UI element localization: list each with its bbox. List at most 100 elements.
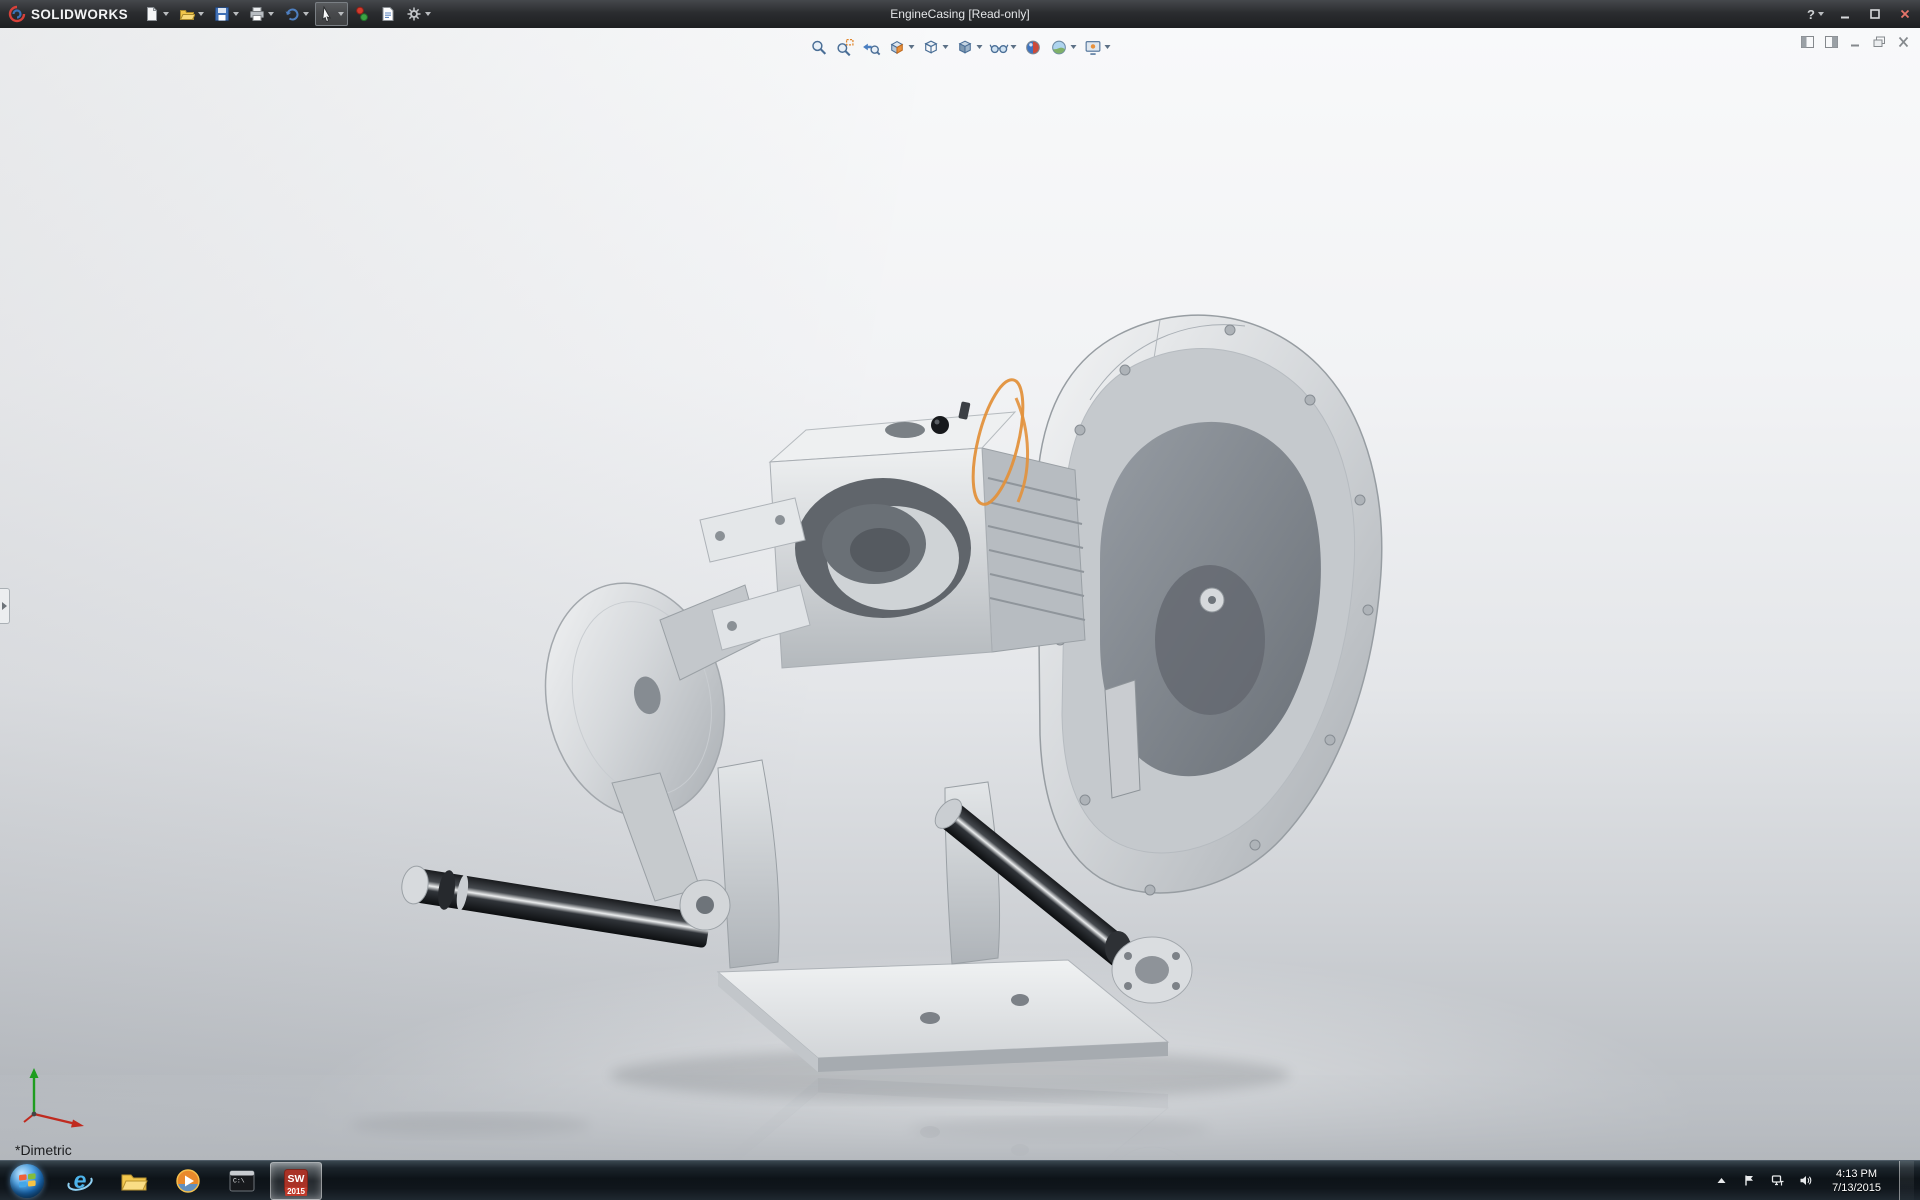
screen: SOLIDWORKS: [0, 0, 1920, 1200]
system-tray: 4:13 PM 7/13/2015: [1712, 1161, 1920, 1200]
pane-right-icon: [1825, 36, 1838, 48]
feature-manager-collapsed-tab[interactable]: [0, 588, 10, 624]
3ds-logo-icon: [8, 5, 26, 23]
clock-time: 4:13 PM: [1836, 1167, 1877, 1181]
taskbar-internet-explorer[interactable]: e: [54, 1162, 106, 1200]
new-document-icon: [144, 6, 160, 22]
dropdown-caret-icon: [1071, 45, 1077, 49]
dropdown-caret-icon: [303, 12, 309, 16]
show-desktop-button[interactable]: [1899, 1161, 1914, 1200]
view-orientation-icon: [922, 38, 941, 57]
doc-minimize-button[interactable]: [1847, 34, 1864, 49]
close-button[interactable]: [1890, 0, 1920, 28]
options-button[interactable]: [402, 2, 435, 26]
previous-view-icon: [862, 38, 881, 57]
select-button[interactable]: [315, 2, 348, 26]
view-orientation-label: *Dimetric: [15, 1142, 72, 1158]
dropdown-caret-icon: [1818, 12, 1824, 16]
maximize-button[interactable]: [1860, 0, 1890, 28]
orientation-triad: [18, 1064, 96, 1130]
file-properties-button[interactable]: [376, 2, 400, 26]
minimize-icon: [1839, 8, 1851, 20]
section-view-button[interactable]: [886, 35, 917, 59]
view-settings-icon: [1084, 38, 1103, 57]
taskbar-media-player[interactable]: [162, 1162, 214, 1200]
dropdown-caret-icon: [1105, 45, 1111, 49]
volume-button[interactable]: [1796, 1161, 1814, 1200]
heads-up-toolbar: [808, 35, 1113, 59]
show-hidden-icons-button[interactable]: [1712, 1161, 1730, 1200]
display-style-button[interactable]: [954, 35, 985, 59]
help-glyph: ?: [1807, 7, 1815, 22]
doc-restore-icon: [1873, 36, 1886, 48]
action-center-button[interactable]: [1740, 1161, 1758, 1200]
apply-scene-button[interactable]: [1048, 35, 1079, 59]
zoom-to-fit-icon: [810, 38, 829, 57]
window-controls: ?: [1801, 0, 1920, 28]
windows-orb-icon: [10, 1164, 44, 1198]
command-prompt-icon: C:\: [228, 1167, 256, 1195]
internet-explorer-icon: e: [66, 1167, 94, 1195]
dropdown-caret-icon: [268, 12, 274, 16]
network-button[interactable]: [1768, 1161, 1786, 1200]
dropdown-caret-icon: [198, 12, 204, 16]
up-arrow-icon: [1715, 1174, 1728, 1187]
save-icon: [214, 6, 230, 22]
taskbar-windows-explorer[interactable]: [108, 1162, 160, 1200]
dropdown-caret-icon: [163, 12, 169, 16]
zoom-to-area-button[interactable]: [834, 35, 857, 59]
doc-restore-button[interactable]: [1871, 34, 1888, 49]
dropdown-caret-icon: [909, 45, 915, 49]
print-icon: [249, 6, 265, 22]
taskbar-solidworks[interactable]: SW 2015: [270, 1162, 322, 1200]
rebuild-icon: [354, 6, 370, 22]
file-properties-icon: [380, 6, 396, 22]
save-button[interactable]: [210, 2, 243, 26]
flag-icon: [1743, 1174, 1756, 1187]
taskbar: e: [0, 1160, 1920, 1200]
appearance-sphere-icon: [1024, 38, 1043, 57]
edit-appearance-button[interactable]: [1022, 35, 1045, 59]
engine-casing-model[interactable]: [0, 28, 1920, 1160]
undo-button[interactable]: [280, 2, 313, 26]
new-button[interactable]: [140, 2, 173, 26]
expand-arrow-icon: [2, 602, 7, 610]
pane-left-button[interactable]: [1799, 34, 1816, 49]
scene-sphere-icon: [1050, 38, 1069, 57]
title-bar: SOLIDWORKS: [0, 0, 1920, 28]
doc-close-button[interactable]: [1895, 34, 1912, 49]
graphics-area[interactable]: *Dimetric: [0, 28, 1920, 1160]
rebuild-button[interactable]: [350, 2, 374, 26]
taskbar-apps: e: [54, 1161, 322, 1200]
folder-icon: [120, 1167, 148, 1195]
select-cursor-icon: [319, 6, 335, 22]
solidworks-logo: SOLIDWORKS: [0, 5, 140, 23]
hide-show-items-button[interactable]: [988, 35, 1019, 59]
taskbar-command-prompt[interactable]: C:\: [216, 1162, 268, 1200]
zoom-to-area-icon: [836, 38, 855, 57]
options-gear-icon: [406, 6, 422, 22]
dropdown-caret-icon: [977, 45, 983, 49]
pane-left-icon: [1801, 36, 1814, 48]
close-icon: [1899, 8, 1911, 20]
view-settings-button[interactable]: [1082, 35, 1113, 59]
solidworks-version-badge: 2015: [285, 1187, 307, 1196]
taskbar-clock[interactable]: 4:13 PM 7/13/2015: [1824, 1161, 1889, 1200]
open-button[interactable]: [175, 2, 208, 26]
print-button[interactable]: [245, 2, 278, 26]
dropdown-caret-icon: [943, 45, 949, 49]
previous-view-button[interactable]: [860, 35, 883, 59]
maximize-icon: [1869, 8, 1881, 20]
undo-icon: [284, 6, 300, 22]
start-button[interactable]: [0, 1161, 54, 1200]
section-view-icon: [888, 38, 907, 57]
minimize-button[interactable]: [1830, 0, 1860, 28]
help-button[interactable]: ?: [1801, 0, 1830, 28]
view-orientation-button[interactable]: [920, 35, 951, 59]
dropdown-caret-icon: [338, 12, 344, 16]
zoom-to-fit-button[interactable]: [808, 35, 831, 59]
clock-date: 7/13/2015: [1832, 1181, 1881, 1195]
dropdown-caret-icon: [233, 12, 239, 16]
pane-right-button[interactable]: [1823, 34, 1840, 49]
dropdown-caret-icon: [1011, 45, 1017, 49]
